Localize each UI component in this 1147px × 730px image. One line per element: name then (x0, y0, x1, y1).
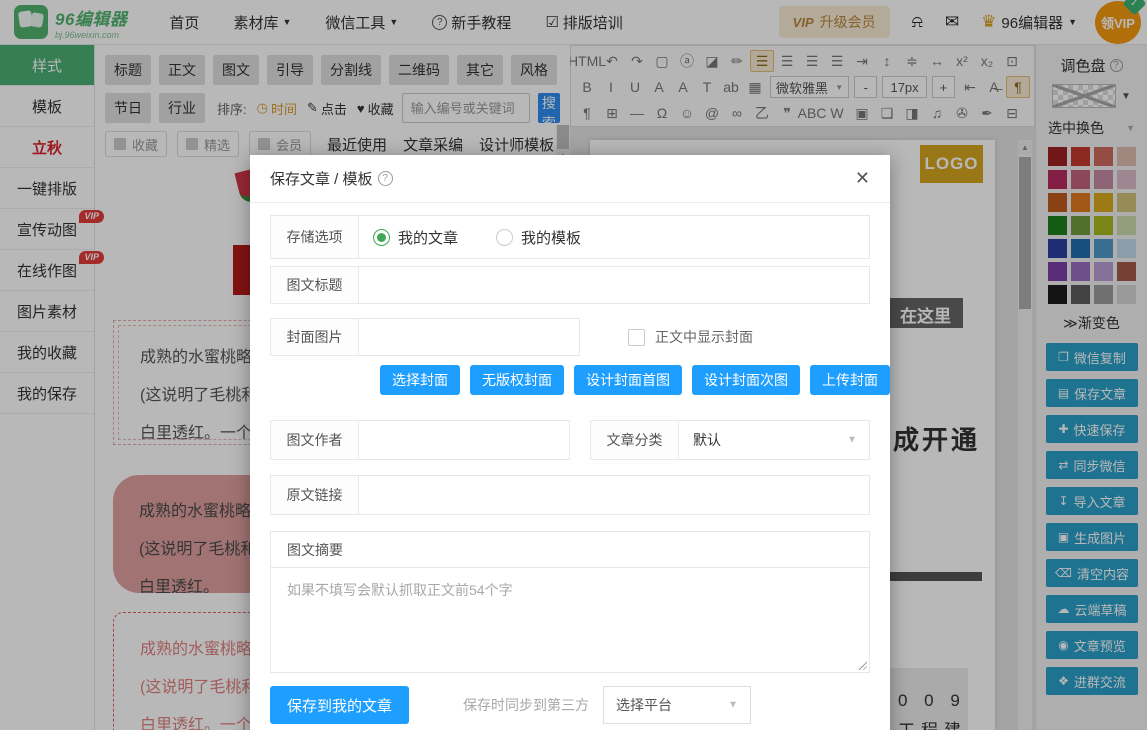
cover-image-label: 封面图片 (271, 319, 359, 355)
article-title-label: 图文标题 (271, 267, 359, 303)
platform-select[interactable]: 选择平台 ▼ (603, 686, 751, 724)
sync-third-party-label: 保存时同步到第三方 (463, 695, 589, 715)
chevron-down-icon: ▼ (728, 700, 738, 711)
author-label: 图文作者 (271, 421, 359, 459)
cover-image-input[interactable] (373, 319, 579, 355)
save-article-modal: 保存文章 / 模板 ? ✕ 存储选项 我的文章 我的模板 图文标题 封面图片 正… (250, 155, 890, 730)
category-label: 文章分类 (591, 421, 679, 459)
checkbox-icon (628, 329, 645, 346)
radio-icon (373, 229, 390, 246)
cover-button-2[interactable]: 设计封面首图 (574, 365, 682, 395)
help-icon[interactable]: ? (378, 171, 393, 186)
chevron-down-icon: ▼ (847, 435, 857, 446)
cover-button-3[interactable]: 设计封面次图 (692, 365, 800, 395)
show-cover-checkbox[interactable]: 正文中显示封面 (628, 327, 753, 347)
close-icon[interactable]: ✕ (855, 168, 870, 189)
article-title-input[interactable] (373, 267, 869, 303)
radio-my-templates[interactable]: 我的模板 (496, 227, 581, 248)
cover-button-4[interactable]: 上传封面 (810, 365, 890, 395)
source-link-input[interactable] (373, 476, 869, 514)
category-value: 默认 (693, 430, 721, 450)
cover-button-0[interactable]: 选择封面 (380, 365, 460, 395)
save-to-my-articles-button[interactable]: 保存到我的文章 (270, 686, 409, 724)
cover-button-1[interactable]: 无版权封面 (470, 365, 564, 395)
radio-icon (496, 229, 513, 246)
storage-option-label: 存储选项 (271, 216, 359, 258)
summary-label: 图文摘要 (271, 532, 869, 568)
author-input[interactable] (373, 421, 569, 459)
summary-textarea[interactable] (271, 568, 869, 672)
category-select[interactable]: 文章分类 默认 ▼ (590, 420, 870, 460)
modal-title: 保存文章 / 模板 (270, 168, 373, 189)
source-link-label: 原文链接 (271, 476, 359, 514)
radio-my-articles[interactable]: 我的文章 (373, 227, 458, 248)
